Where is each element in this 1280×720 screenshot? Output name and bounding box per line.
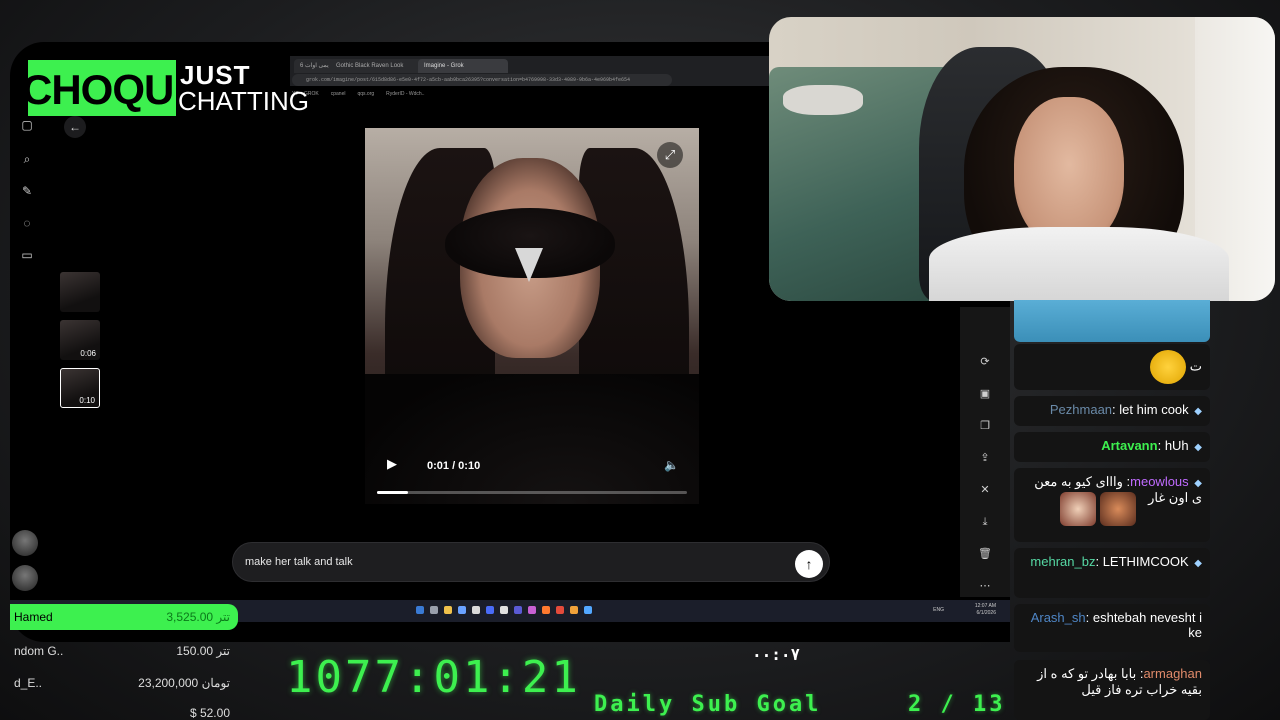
chat-badge-icon: ◆ — [1194, 558, 1202, 569]
download-icon[interactable]: ⤓ — [978, 515, 992, 529]
video-thumbnail-selected[interactable]: 0:10 — [60, 368, 100, 408]
taskbar-app-icon[interactable] — [430, 606, 438, 614]
video-progress-fill — [377, 491, 408, 494]
video-player[interactable]: ⤢ ▶ 0:01 / 0:10 🔈 — [365, 128, 699, 504]
prompt-input[interactable]: make her talk and talk ↑ — [232, 542, 830, 582]
regenerate-icon[interactable]: ⟳ — [978, 355, 992, 369]
category-chatting: CHATTING — [178, 86, 309, 116]
chat-bubble-icon[interactable]: ◌ — [20, 216, 34, 230]
prompt-text[interactable]: make her talk and talk — [245, 556, 353, 568]
play-icon[interactable]: ▶ — [387, 456, 397, 472]
edit-icon[interactable]: ✎ — [20, 184, 34, 198]
post-toolbar: ⟳ ▣ ❐ ⇪ ✕ ⤓ 🗑 ⋯ — [960, 307, 1010, 597]
bookmark[interactable]: RyderID - Wdch.. — [386, 88, 424, 100]
channel-name-badge: CHOQU — [28, 60, 176, 116]
taskbar-app-icon[interactable] — [472, 606, 480, 614]
donation-row: d_E.. 23,200,000 تومان — [14, 676, 230, 690]
video-thumbnail[interactable] — [60, 272, 100, 312]
donation-row: Hamed 3,525.00 تتر — [10, 604, 238, 630]
taskbar-app-icon[interactable] — [570, 606, 578, 614]
emote-icon — [1099, 492, 1136, 526]
start-icon[interactable] — [416, 606, 424, 614]
thumbnail-duration: 0:06 — [80, 349, 96, 358]
video-thumbnail[interactable]: 0:06 — [60, 320, 100, 360]
chat-message: ت — [1014, 344, 1210, 390]
donation-row: ndom G.. 150.00 تتر — [14, 644, 230, 658]
stream-scene: یمی اوات 6 Gothic Black Raven Look Imagi… — [0, 0, 1280, 720]
send-button[interactable]: ↑ — [795, 550, 823, 578]
chat-emote-preview — [1014, 300, 1210, 342]
chat-message: ◆ meowlous: وااای کیو به معن ی اون غار — [1014, 468, 1210, 542]
taskbar-app-icon[interactable] — [486, 606, 494, 614]
trash-icon[interactable]: 🗑 — [978, 547, 992, 561]
search-icon[interactable]: ⌕ — [20, 152, 34, 166]
taskbar-app-icon[interactable] — [514, 606, 522, 614]
taskbar-app-icon[interactable] — [528, 606, 536, 614]
url-bar[interactable]: grok.com/imagine/post/615d8d86-e5e0-4f72… — [292, 74, 672, 86]
bookmarks-bar: YT + GROK cpanel qqs.org RyderID - Wdch.… — [292, 88, 425, 100]
user-avatar[interactable] — [12, 565, 38, 591]
chat-panel: ت ◆ Pezhmaan: let him cook ◆ Artavann: h… — [1012, 300, 1214, 720]
fullscreen-icon[interactable]: ⤢ — [657, 142, 683, 168]
taskbar-app-icon[interactable] — [500, 606, 508, 614]
chat-message: ◆ mehran_bz: LETHIMCOOK — [1014, 548, 1210, 598]
chat-badge-icon: ◆ — [1194, 442, 1202, 453]
stream-uptime: 1077:01:21 — [286, 652, 581, 703]
folder-icon[interactable]: ▭ — [20, 248, 34, 262]
more-icon[interactable]: ⋯ — [978, 579, 992, 593]
webcam-feed — [769, 17, 1275, 301]
taskbar-app-icon[interactable] — [542, 606, 550, 614]
copy-icon[interactable]: ❐ — [978, 419, 992, 433]
x-icon[interactable]: ✕ — [978, 483, 992, 497]
taskbar-app-icon[interactable] — [458, 606, 466, 614]
bookmark[interactable]: cpanel — [331, 88, 346, 100]
sidebar-toggle-icon[interactable]: ▢ — [20, 118, 34, 132]
sub-goal-label: Daily Sub Goal — [594, 692, 822, 717]
donation-leaderboard: Hamed 3,525.00 تتر ndom G.. 150.00 تتر d… — [10, 604, 240, 720]
chat-message: Arash_sh: eshtebah nevesht i ke — [1014, 604, 1210, 652]
chat-message: armaghan: بابا بهادر تو که ه از بقیه خرا… — [1014, 660, 1210, 720]
chat-message: ◆ Artavann: hUh — [1014, 432, 1210, 462]
taskbar-app-icon[interactable] — [556, 606, 564, 614]
share-icon[interactable]: ⇪ — [978, 451, 992, 465]
laughing-emoji-icon — [1150, 350, 1187, 384]
taskbar-clock[interactable]: 12:07 AM 6/1/2026 — [975, 603, 996, 617]
chat-badge-icon: ◆ — [1194, 478, 1202, 489]
video-progress-bar[interactable] — [377, 491, 687, 494]
avatar[interactable] — [12, 530, 38, 556]
chat-badge-icon: ◆ — [1194, 406, 1202, 417]
taskbar-app-icon[interactable] — [584, 606, 592, 614]
video-time: 0:01 / 0:10 — [427, 460, 481, 472]
session-timer: ۰۰:۰۷ — [752, 645, 801, 664]
volume-icon[interactable]: 🔈 — [664, 458, 679, 472]
back-button[interactable]: ← — [64, 116, 86, 138]
sub-goal-count: 2 / 13 — [908, 692, 1006, 717]
donation-row: $ 52.00 — [189, 706, 230, 720]
caption-icon[interactable]: ▣ — [978, 387, 992, 401]
chat-message: ◆ Pezhmaan: let him cook — [1014, 396, 1210, 426]
taskbar-app-icon[interactable] — [444, 606, 452, 614]
thumbnail-duration: 0:10 — [79, 396, 95, 405]
language-indicator[interactable]: ENG — [933, 607, 944, 613]
bookmark[interactable]: qqs.org — [357, 88, 374, 100]
emote-icon — [1060, 492, 1096, 526]
browser-tab-active[interactable]: Imagine - Grok — [418, 59, 508, 73]
